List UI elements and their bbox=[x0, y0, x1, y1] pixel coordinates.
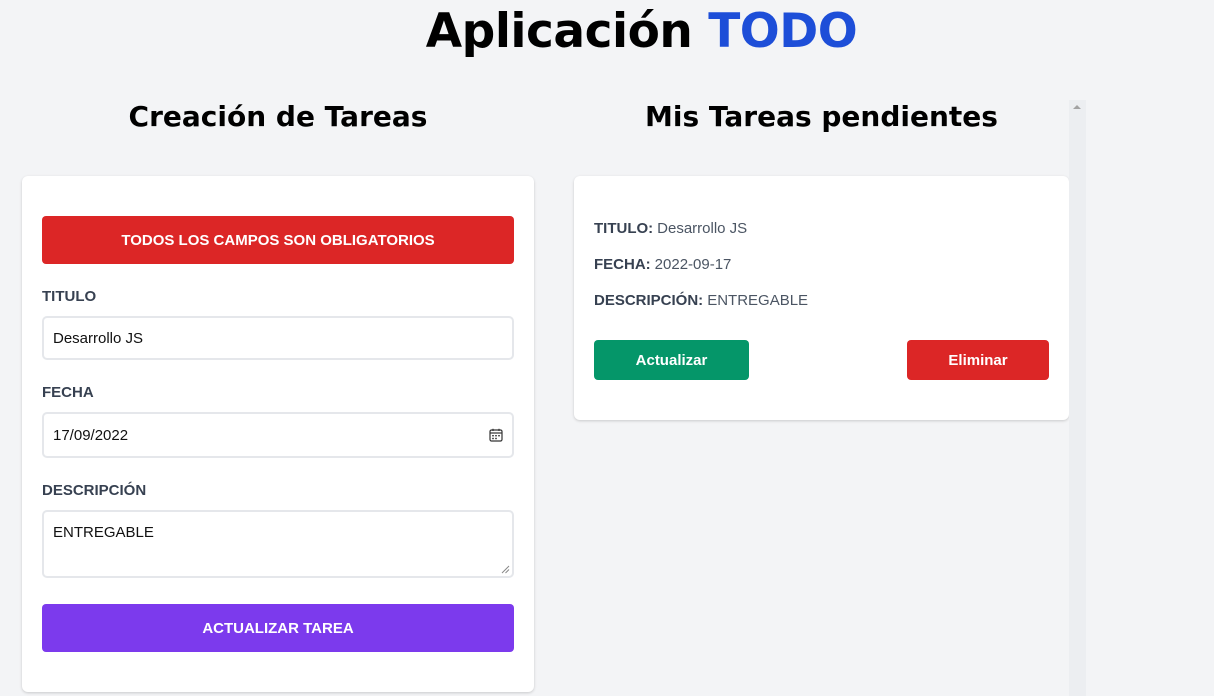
title-input[interactable]: Desarrollo JS bbox=[42, 316, 514, 360]
task-card: TITULO: Desarrollo JS FECHA: 2022-09-17 DE… bbox=[574, 176, 1069, 420]
tasks-heading: Mis Tareas pendientes bbox=[645, 100, 998, 133]
task-description-value: ENTREGABLE bbox=[707, 292, 809, 309]
error-alert: TODOS LOS CAMPOS SON OBLIGATORIOS bbox=[42, 216, 514, 264]
task-date-line: FECHA: 2022-09-17 bbox=[594, 256, 731, 273]
task-description-key: DESCRIPCIÓN: bbox=[594, 292, 704, 309]
scrollbar[interactable] bbox=[1069, 100, 1086, 696]
title-label: TITULO bbox=[42, 288, 97, 305]
chevron-up-icon[interactable] bbox=[1073, 105, 1081, 109]
app-title-accent: TODO bbox=[708, 4, 858, 59]
resize-grip-icon[interactable] bbox=[501, 565, 510, 574]
description-textarea-value: ENTREGABLE bbox=[53, 524, 154, 541]
app-title: Aplicación TODO bbox=[0, 4, 1214, 59]
task-title-key: TITULO: bbox=[594, 220, 654, 237]
description-textarea[interactable]: ENTREGABLE bbox=[42, 510, 514, 578]
task-date-value: 2022-09-17 bbox=[654, 256, 732, 273]
update-task-button[interactable]: ACTUALIZAR TAREA bbox=[42, 604, 514, 652]
app-title-main: Aplicación bbox=[425, 4, 693, 59]
date-label: FECHA bbox=[42, 384, 94, 401]
title-input-value: Desarrollo JS bbox=[53, 329, 144, 347]
date-input[interactable]: 17/09/2022 bbox=[42, 412, 514, 458]
task-title-value: Desarrollo JS bbox=[657, 220, 748, 237]
task-title-line: TITULO: Desarrollo JS bbox=[594, 220, 747, 237]
task-form: TODOS LOS CAMPOS SON OBLIGATORIOS TITULO… bbox=[22, 176, 534, 692]
calendar-icon[interactable] bbox=[489, 428, 503, 442]
description-label: DESCRIPCIÓN bbox=[42, 482, 147, 499]
update-button[interactable]: Actualizar bbox=[594, 340, 749, 380]
task-date-key: FECHA: bbox=[594, 256, 651, 273]
delete-button[interactable]: Eliminar bbox=[907, 340, 1049, 380]
form-heading: Creación de Tareas bbox=[128, 100, 428, 133]
task-description-line: DESCRIPCIÓN: ENTREGABLE bbox=[594, 292, 808, 309]
date-input-value: 17/09/2022 bbox=[53, 426, 129, 444]
